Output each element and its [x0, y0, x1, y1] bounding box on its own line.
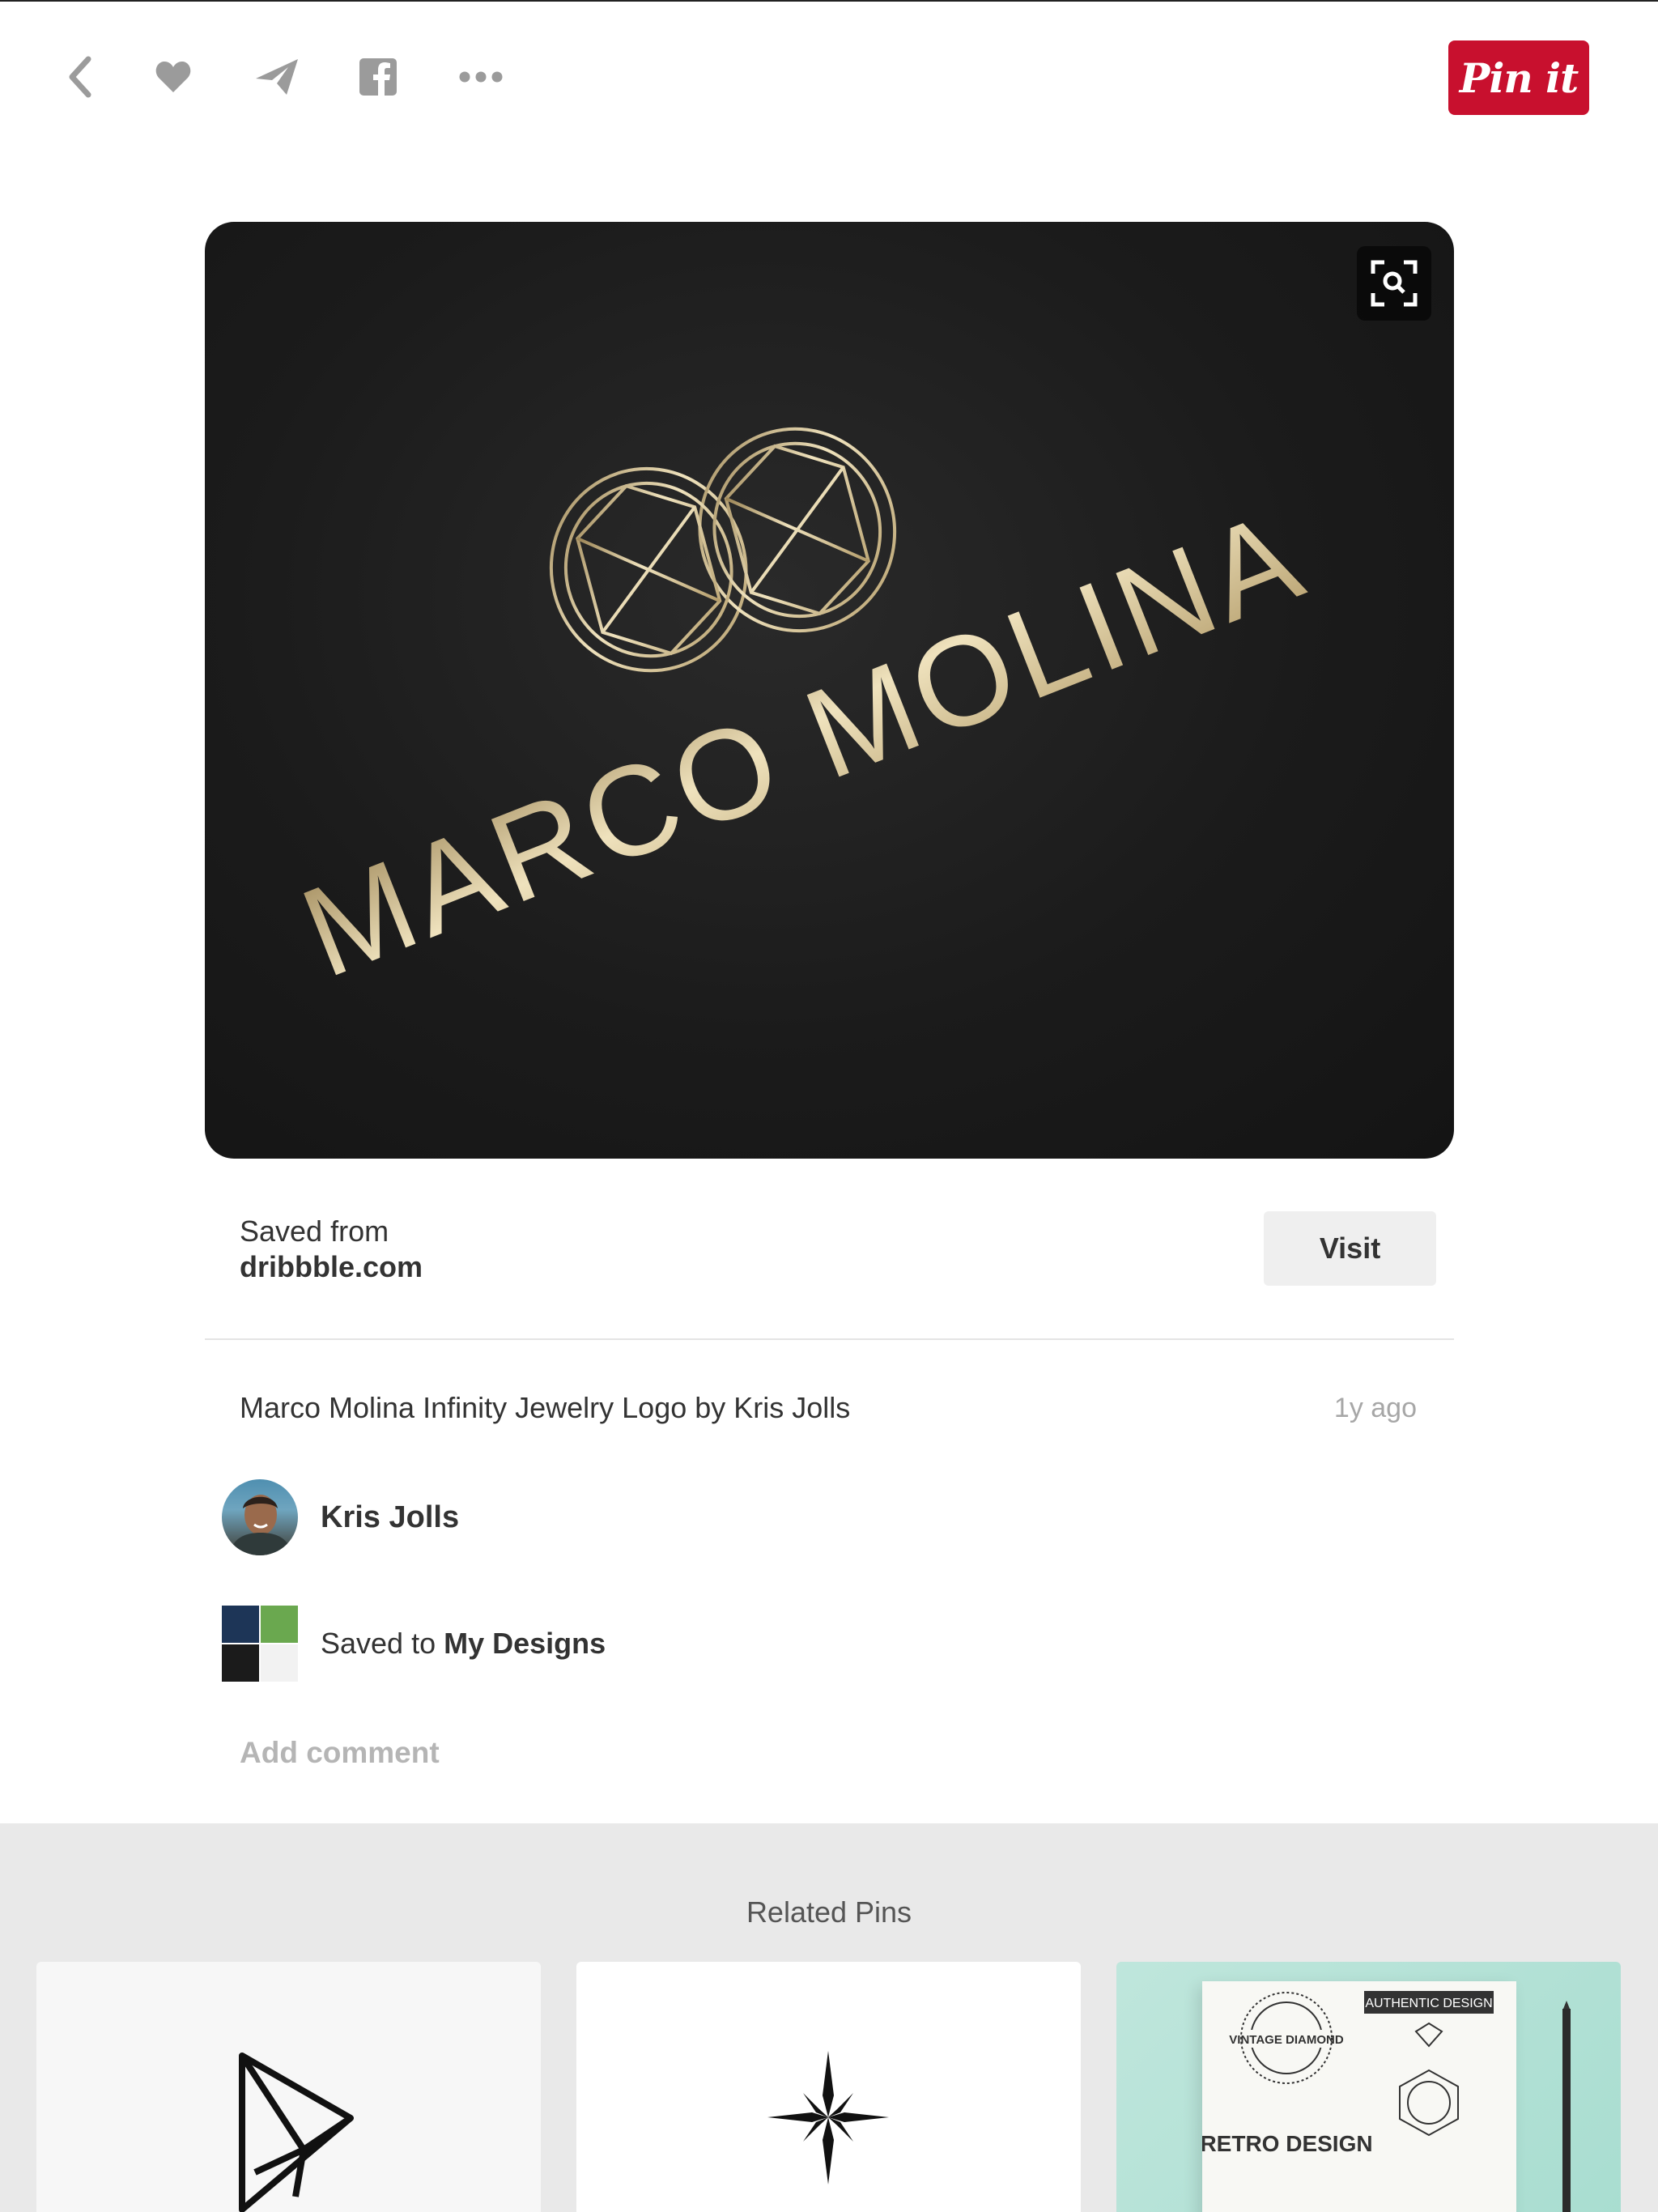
pin-image[interactable]: MARCO MOLINA	[205, 222, 1454, 1159]
board-row[interactable]: Saved to My Designs	[222, 1605, 606, 1682]
pin-source: Saved from dribbble.com Visit	[205, 1192, 1454, 1338]
divider	[205, 1338, 1454, 1340]
related-pins-section: Related Pins FIDELIS	[0, 1823, 1658, 2212]
saved-from-label: Saved from	[240, 1214, 389, 1248]
board-name[interactable]: My Designs	[444, 1627, 606, 1660]
author-row[interactable]: Kris Jolls	[222, 1478, 459, 1556]
board-prefix: Saved to	[321, 1627, 444, 1660]
visit-button[interactable]: Visit	[1264, 1211, 1436, 1286]
board-label: Saved to My Designs	[321, 1627, 606, 1661]
facebook-icon[interactable]	[350, 49, 406, 105]
fidelis-wordmark: FIDELIS	[662, 2204, 994, 2212]
board-thumbnail[interactable]	[222, 1606, 298, 1682]
heart-icon[interactable]	[145, 49, 202, 105]
top-toolbar: Pin it	[0, 2, 1658, 155]
pin-description: Marco Molina Infinity Jewelry Logo by Kr…	[240, 1391, 851, 1424]
pencil-icon	[1562, 2001, 1571, 2212]
related-pin-2[interactable]: FIDELIS	[576, 1962, 1081, 2212]
geometric-logo-icon	[239, 2052, 354, 2212]
author-name[interactable]: Kris Jolls	[321, 1500, 459, 1535]
related-pins-title: Related Pins	[746, 1895, 912, 1929]
pin-it-button[interactable]: Pin it	[1448, 40, 1589, 115]
add-comment-input[interactable]: Add comment	[240, 1736, 440, 1770]
more-icon[interactable]	[453, 49, 509, 105]
pin-timestamp: 1y ago	[1333, 1393, 1417, 1423]
source-domain[interactable]: dribbble.com	[240, 1250, 423, 1284]
back-icon[interactable]	[52, 49, 108, 105]
related-pin-3[interactable]: AUTHENTIC DESIGN VINTAGE DIAMOND RETRO D…	[1116, 1962, 1621, 2212]
related-pin-1[interactable]	[36, 1962, 541, 2212]
send-icon[interactable]	[249, 49, 305, 105]
logo-wordmark: MARCO MOLINA	[284, 483, 1323, 1005]
avatar[interactable]	[222, 1479, 298, 1555]
star-logo-icon: FIDELIS	[662, 2051, 994, 2212]
visual-search-icon[interactable]	[1357, 246, 1431, 321]
logo-artwork: MARCO MOLINA	[284, 427, 1323, 1005]
